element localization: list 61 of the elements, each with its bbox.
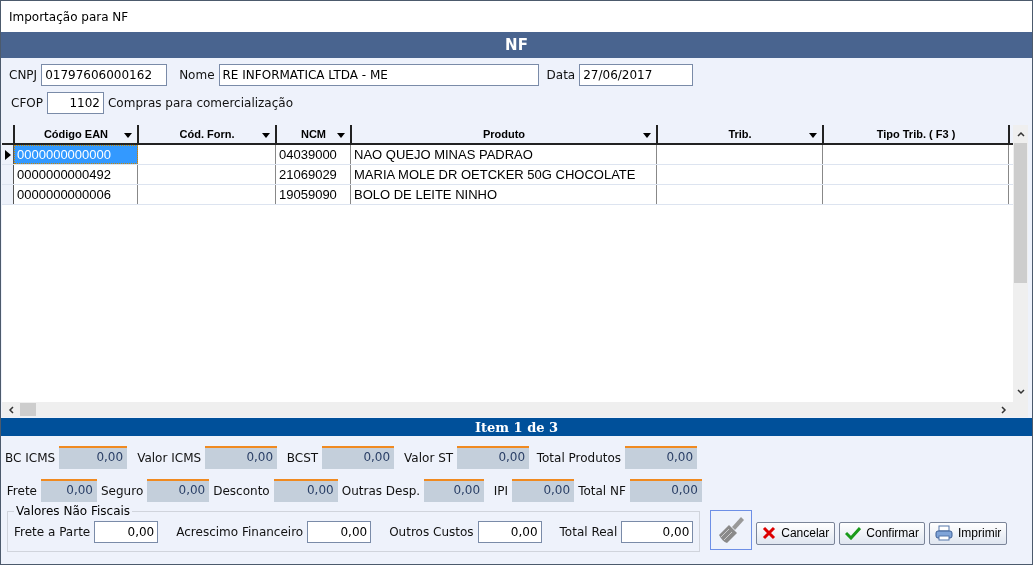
- value-label: Outros Custos: [389, 525, 474, 539]
- table-cell: 0000000000006: [14, 185, 138, 204]
- total-value: 0,00: [629, 479, 702, 502]
- total-value: 0,00: [273, 479, 338, 502]
- nome-field[interactable]: RE INFORMATICA LTDA - ME: [218, 64, 539, 86]
- total-label: Valor ST: [403, 450, 454, 465]
- confirm-button[interactable]: Confirmar: [839, 521, 925, 545]
- item-counter: Item 1 de 3: [474, 419, 559, 435]
- date-field[interactable]: 27/06/2017: [579, 64, 694, 86]
- column-header[interactable]: Trib.: [658, 125, 824, 143]
- total-label: Total NF: [578, 483, 626, 498]
- header-title: NF: [505, 36, 528, 54]
- column-header[interactable]: Produto: [352, 125, 658, 143]
- cfop-label: CFOP: [11, 96, 43, 110]
- total-label: Frete: [5, 483, 37, 498]
- column-header[interactable]: Cód. Forn.: [139, 125, 277, 143]
- cancel-button[interactable]: Cancelar: [756, 521, 836, 545]
- total-value: 0,00: [147, 479, 210, 502]
- data-label: Data: [546, 68, 576, 82]
- value-field[interactable]: 0,00: [621, 521, 694, 543]
- value-label: Total Real: [559, 525, 618, 539]
- value-label: Acrescimo Financeiro: [176, 525, 304, 539]
- value-field[interactable]: 0,00: [477, 521, 542, 543]
- cfop-description: Compras para comercialização: [107, 96, 293, 110]
- value-field[interactable]: 0,00: [94, 521, 159, 543]
- column-header[interactable]: Tipo Trib. ( F3 ): [824, 125, 1010, 143]
- column-header[interactable]: Código EAN: [15, 125, 139, 143]
- total-value: 0,00: [322, 446, 395, 469]
- table-cell: 04039000: [276, 145, 351, 164]
- window-title: Importação para NF: [9, 9, 129, 24]
- cnpj-field[interactable]: 01797606000162: [41, 64, 168, 86]
- table-cell: MARIA MOLE DR OETCKER 50G CHOCOLATE: [351, 165, 657, 184]
- total-value: 0,00: [625, 446, 698, 469]
- total-label: BC ICMS: [5, 450, 56, 465]
- total-label: Outras Desp.: [341, 483, 421, 498]
- print-button[interactable]: Imprimir: [929, 521, 1008, 545]
- group-legend: Valores Não Fiscais: [14, 504, 133, 518]
- total-value: 0,00: [205, 446, 278, 469]
- total-value: 0,00: [512, 479, 575, 502]
- cnpj-label: CNPJ: [9, 68, 38, 82]
- total-label: Total Produtos: [535, 450, 622, 465]
- nome-label: Nome: [179, 68, 215, 82]
- value-field[interactable]: 0,00: [307, 521, 372, 543]
- total-label: Seguro: [101, 483, 144, 498]
- total-label: Valor ICMS: [136, 450, 202, 465]
- table-cell: BOLO DE LEITE NINHO: [351, 185, 657, 204]
- total-value: 0,00: [41, 479, 97, 502]
- table-cell: NAO QUEJO MINAS PADRAO: [351, 145, 657, 164]
- total-label: IPI: [492, 483, 509, 498]
- total-value: 0,00: [424, 479, 485, 502]
- table-cell: 21069029: [276, 165, 351, 184]
- table-cell: 19059090: [276, 185, 351, 204]
- value-label: Frete a Parte: [14, 525, 91, 539]
- table-cell: 0000000000492: [14, 165, 138, 184]
- total-label: BCST: [285, 450, 319, 465]
- column-header[interactable]: NCM: [277, 125, 352, 143]
- total-value: 0,00: [59, 446, 128, 469]
- total-value: 0,00: [457, 446, 530, 469]
- cfop-field[interactable]: 1102: [46, 92, 104, 114]
- total-label: Desconto: [213, 483, 270, 498]
- table-cell: 0000000000000: [14, 145, 138, 164]
